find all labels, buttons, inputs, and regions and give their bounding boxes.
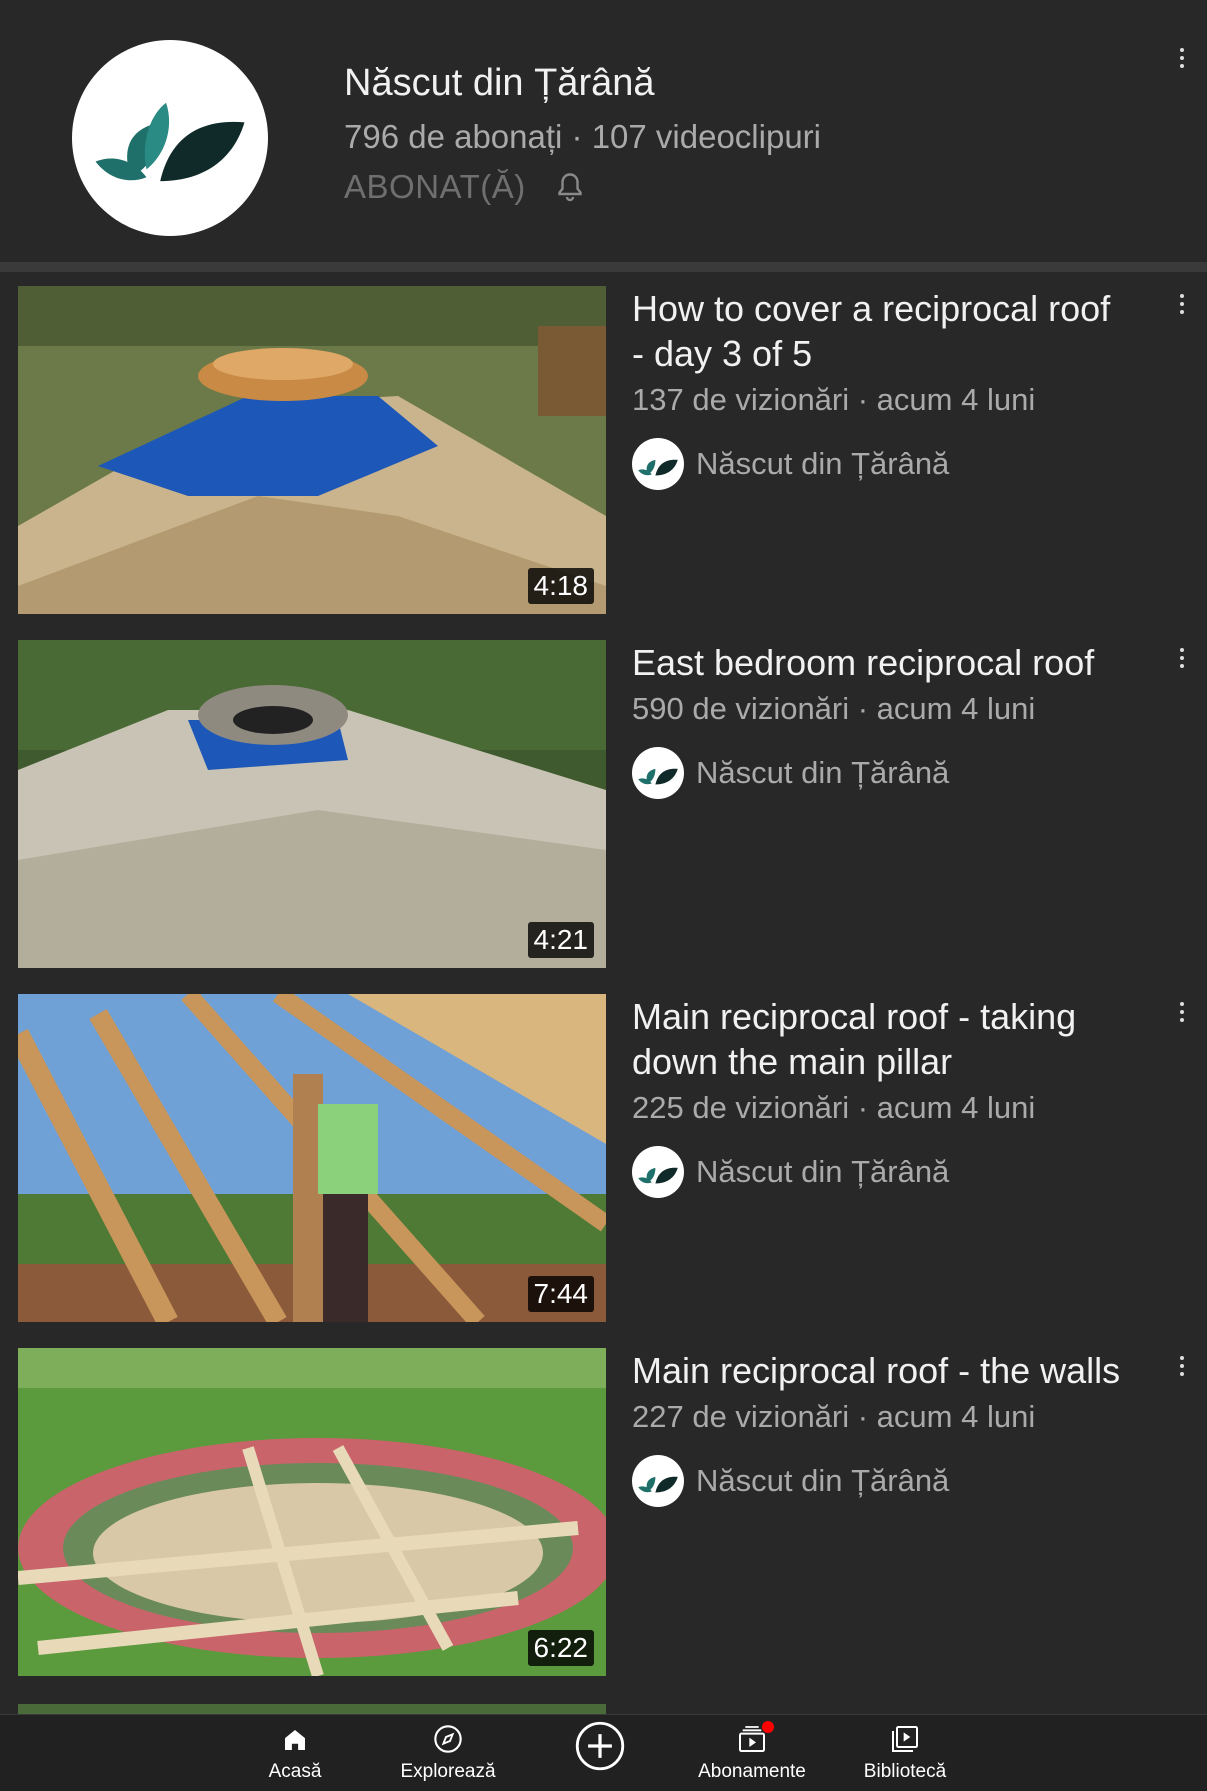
nav-create[interactable] <box>570 1715 630 1791</box>
video-thumbnail[interactable]: 6:22 <box>18 1348 606 1676</box>
channel-header: Născut din Țărână 796 de abonați · 107 v… <box>0 0 1207 262</box>
video-item[interactable]: 4:21 East bedroom reciprocal roof 590 de… <box>0 626 1207 980</box>
video-channel[interactable]: Născut din Țărână <box>632 1455 1132 1507</box>
video-duration: 6:22 <box>527 1630 594 1666</box>
leaf-logo-icon <box>638 459 678 476</box>
nav-library[interactable]: Bibliotecă <box>850 1715 960 1791</box>
library-icon <box>892 1726 918 1752</box>
video-more-icon[interactable] <box>1176 294 1188 324</box>
video-channel-name: Născut din Țărână <box>696 755 950 790</box>
channel-title: Născut din Țărână <box>344 62 655 104</box>
bottom-navigation: Acasă Explorează Abonamente Bibliotecă <box>0 1714 1207 1791</box>
channel-more-icon[interactable] <box>1176 48 1188 78</box>
video-stats: 225 de vizionări · acum 4 luni <box>632 1090 1036 1125</box>
subscribed-button[interactable]: ABONAT(Ă) <box>344 168 526 206</box>
channel-avatar-small[interactable] <box>632 1455 684 1507</box>
video-thumbnail[interactable]: 4:21 <box>18 640 606 968</box>
home-icon <box>285 1730 305 1750</box>
video-info: East bedroom reciprocal roof 590 de vizi… <box>632 640 1132 799</box>
video-stats: 137 de vizionări · acum 4 luni <box>632 382 1036 417</box>
notification-dot-icon <box>762 1721 774 1733</box>
video-item[interactable]: 7:44 Main reciprocal roof - taking down … <box>0 980 1207 1334</box>
video-more-icon[interactable] <box>1176 1356 1188 1386</box>
channel-stats: 796 de abonați · 107 videoclipuri <box>344 118 822 155</box>
video-info: Main reciprocal roof - the walls 227 de … <box>632 1348 1132 1507</box>
video-stats: 227 de vizionări · acum 4 luni <box>632 1399 1036 1434</box>
video-title[interactable]: How to cover a reciprocal roof - day 3 o… <box>632 286 1132 376</box>
nav-explore[interactable]: Explorează <box>388 1715 508 1791</box>
nav-subscriptions[interactable]: Abonamente <box>690 1715 814 1791</box>
video-channel[interactable]: Născut din Țărână <box>632 1146 1132 1198</box>
video-thumbnail[interactable]: 7:44 <box>18 994 606 1322</box>
video-item[interactable]: 4:18 How to cover a reciprocal roof - da… <box>0 272 1207 626</box>
channel-avatar-small[interactable] <box>632 747 684 799</box>
video-channel-name: Născut din Țărână <box>696 446 950 481</box>
channel-avatar-small[interactable] <box>632 1146 684 1198</box>
video-duration: 4:18 <box>527 568 594 604</box>
thumbnail-image <box>18 286 606 614</box>
channel-avatar-small[interactable] <box>632 438 684 490</box>
video-title[interactable]: Main reciprocal roof - taking down the m… <box>632 994 1132 1084</box>
video-info: How to cover a reciprocal roof - day 3 o… <box>632 286 1132 490</box>
video-channel-name: Născut din Țărână <box>696 1154 950 1189</box>
video-info: Main reciprocal roof - taking down the m… <box>632 994 1132 1198</box>
channel-avatar[interactable] <box>72 40 268 236</box>
leaf-logo-icon <box>638 1167 678 1184</box>
video-duration: 4:21 <box>527 922 594 958</box>
thumbnail-image <box>18 994 606 1322</box>
video-item[interactable]: 6:22 Main reciprocal roof - the walls 22… <box>0 1334 1207 1688</box>
compass-icon <box>434 1725 462 1753</box>
nav-library-label: Bibliotecă <box>863 1761 947 1782</box>
create-plus-icon <box>575 1721 625 1771</box>
nav-explore-label: Explorează <box>400 1761 496 1782</box>
video-title[interactable]: East bedroom reciprocal roof <box>632 640 1132 685</box>
video-thumbnail[interactable]: 4:18 <box>18 286 606 614</box>
video-stats: 590 de vizionări · acum 4 luni <box>632 691 1036 726</box>
thumbnail-image <box>18 1348 606 1676</box>
video-channel[interactable]: Născut din Țărână <box>632 438 1132 490</box>
video-more-icon[interactable] <box>1176 1002 1188 1032</box>
header-divider <box>0 262 1207 272</box>
thumbnail-image <box>18 640 606 968</box>
leaf-logo-icon <box>638 768 678 785</box>
next-video-thumbnail-peek[interactable] <box>18 1704 606 1714</box>
leaf-logo-icon <box>638 1476 678 1493</box>
nav-home-label: Acasă <box>268 1761 322 1782</box>
nav-home[interactable]: Acasă <box>240 1715 350 1791</box>
video-duration: 7:44 <box>527 1276 594 1312</box>
video-more-icon[interactable] <box>1176 648 1188 678</box>
nav-subscriptions-label: Abonamente <box>698 1761 806 1782</box>
leaf-logo-icon <box>95 102 245 182</box>
video-title[interactable]: Main reciprocal roof - the walls <box>632 1348 1132 1393</box>
notification-bell-icon[interactable] <box>552 168 588 208</box>
video-channel[interactable]: Născut din Țărână <box>632 747 1132 799</box>
video-channel-name: Născut din Țărână <box>696 1463 950 1498</box>
